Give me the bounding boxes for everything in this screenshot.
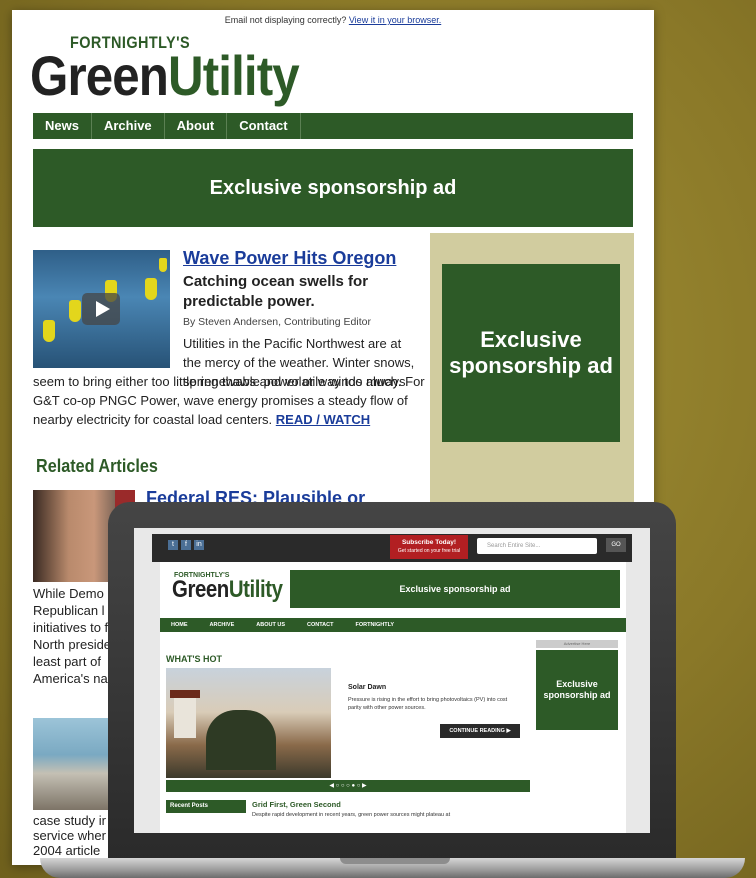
search-go-button[interactable]: GO (606, 538, 626, 552)
continue-reading-button[interactable]: CONTINUE READING ▶ (440, 724, 520, 738)
slider-pager[interactable]: ◀ ○ ○ ○ ● ○ ▶ (166, 780, 530, 792)
whats-hot-heading: WHAT'S HOT (166, 654, 222, 664)
site-nav-fortnightly[interactable]: FORTNIGHTLY (344, 618, 405, 632)
nav-about[interactable]: About (165, 113, 228, 139)
buoy-shape (159, 258, 167, 272)
subscribe-subtitle: Get started on your free trial (397, 548, 461, 554)
subscribe-button[interactable]: Subscribe Today! Get started on your free… (390, 535, 468, 559)
wave-video-thumbnail[interactable] (33, 250, 170, 368)
email-notice: Email not displaying correctly? View it … (12, 15, 654, 25)
lighthouse-photo[interactable] (166, 668, 331, 778)
related-articles-heading: Related Articles (36, 456, 158, 476)
logo-word-green: Green (30, 44, 169, 107)
social-icons: t f in (168, 540, 204, 550)
buoy-shape (145, 278, 157, 300)
buoy-shape (43, 320, 55, 342)
nav-archive[interactable]: Archive (92, 113, 165, 139)
laptop-screen: t f in Subscribe Today! Get started on yo… (134, 528, 650, 833)
site-topbar: t f in Subscribe Today! Get started on yo… (152, 534, 632, 562)
featured-slider: Solar Dawn Pressure is rising in the eff… (166, 668, 530, 778)
site-sidebar-ad[interactable]: Exclusive sponsorship ad (536, 650, 618, 730)
search-input[interactable]: Search Entire Site... (477, 538, 597, 554)
nav-contact[interactable]: Contact (227, 113, 301, 139)
email-notice-text: Email not displaying correctly? (224, 15, 347, 25)
site-logo-utility: Utility (228, 576, 283, 603)
site-nav-contact[interactable]: CONTACT (296, 618, 344, 632)
logo-green-utility: GreenUtility (30, 48, 300, 104)
laptop-notch (340, 858, 450, 864)
site-nav-about[interactable]: ABOUT US (245, 618, 296, 632)
article-byline: By Steven Andersen, Contributing Editor (183, 316, 371, 328)
site-nav-home[interactable]: HOME (160, 618, 199, 632)
banner-ad[interactable]: Exclusive sponsorship ad (33, 149, 633, 227)
feature-title[interactable]: Solar Dawn (348, 684, 386, 691)
facebook-icon[interactable]: f (181, 540, 191, 550)
site-banner-ad[interactable]: Exclusive sponsorship ad (290, 570, 620, 608)
site-logo-green: Green (172, 576, 229, 603)
article-subtitle: Catching ocean swells for predictable po… (183, 273, 369, 310)
twitter-icon[interactable]: t (168, 540, 178, 550)
recent-posts-tab[interactable]: Recent Posts (166, 800, 246, 813)
email-nav: News Archive About Contact (33, 113, 633, 139)
view-in-browser-link[interactable]: View it in your browser. (349, 15, 441, 25)
article-title-link[interactable]: Wave Power Hits Oregon (183, 248, 396, 269)
article-body-bottom: seem to bring either too little renewabl… (33, 372, 428, 429)
site-page: FORTNIGHTLY'S GreenUtility Exclusive spo… (160, 562, 626, 833)
buoy-shape (69, 300, 81, 322)
logo-word-utility: Utility (168, 44, 300, 107)
site-nav: HOME ARCHIVE ABOUT US CONTACT FORTNIGHTL… (160, 618, 626, 632)
sidebar-ad[interactable]: Exclusive sponsorship ad (442, 264, 620, 442)
post-excerpt: Despite rapid development in recent year… (252, 812, 451, 818)
related-photo-dam[interactable] (33, 718, 113, 810)
post-title[interactable]: Grid First, Green Second (252, 800, 341, 809)
nav-news[interactable]: News (33, 113, 92, 139)
play-icon[interactable] (82, 293, 120, 325)
trees-shape (206, 710, 276, 770)
lighthouse-shape (170, 690, 200, 738)
subscribe-title: Subscribe Today! (401, 539, 457, 546)
linkedin-icon[interactable]: in (194, 540, 204, 550)
read-watch-link[interactable]: READ / WATCH (276, 412, 370, 427)
site-nav-archive[interactable]: ARCHIVE (199, 618, 246, 632)
advertise-label: Advertise Here (536, 640, 618, 648)
site-logo[interactable]: GreenUtility (172, 576, 283, 604)
feature-description: Pressure is rising in the effort to brin… (348, 697, 508, 711)
